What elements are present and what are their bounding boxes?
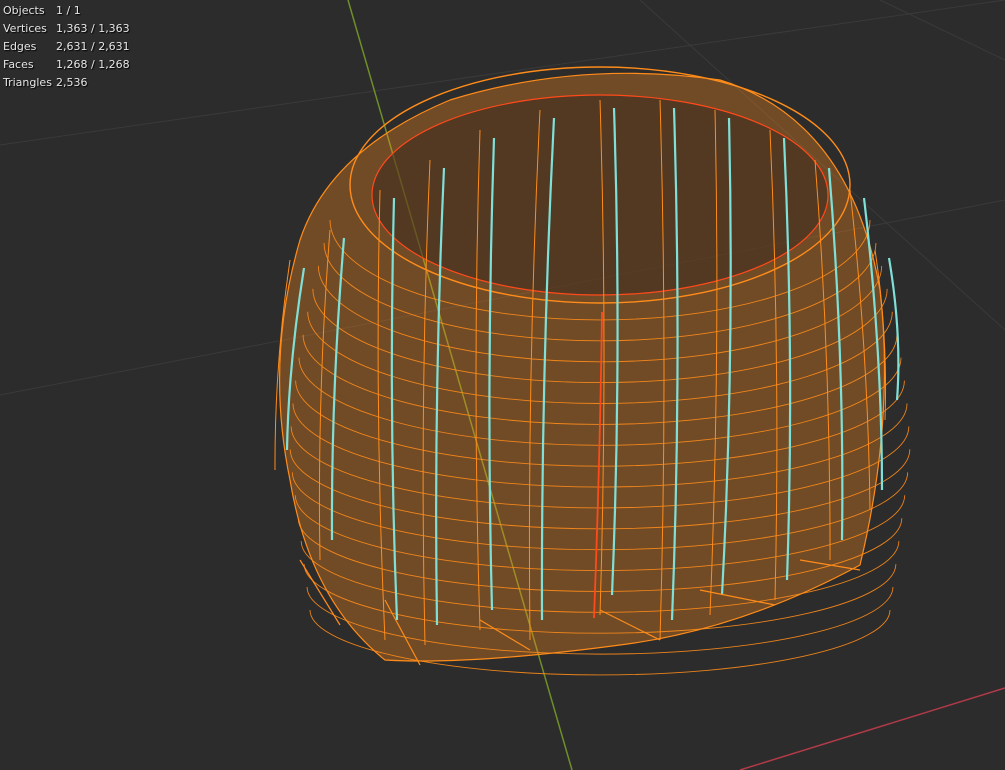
stat-row-faces: Faces 1,268 / 1,268	[3, 56, 130, 74]
stat-row-triangles: Triangles 2,536	[3, 74, 130, 92]
stat-row-vertices: Vertices 1,363 / 1,363	[3, 20, 130, 38]
stat-value: 2,631 / 2,631	[56, 40, 130, 53]
3d-viewport[interactable]: Objects 1 / 1 Vertices 1,363 / 1,363 Edg…	[0, 0, 1005, 770]
stat-value: 2,536	[56, 76, 88, 89]
stat-label: Edges	[3, 40, 37, 53]
stat-value: 1,363 / 1,363	[56, 22, 130, 35]
stat-value: 1 / 1	[56, 4, 81, 17]
mesh-object[interactable]	[274, 66, 911, 676]
statistics-overlay: Objects 1 / 1 Vertices 1,363 / 1,363 Edg…	[3, 2, 130, 92]
x-axis-line	[739, 687, 1005, 770]
mesh-seam-edge	[887, 257, 900, 401]
viewport-scene[interactable]	[0, 0, 1005, 770]
stat-label: Triangles	[3, 76, 52, 89]
stat-label: Vertices	[3, 22, 47, 35]
stat-label: Objects	[3, 4, 45, 17]
stat-label: Faces	[3, 58, 34, 71]
stat-row-objects: Objects 1 / 1	[3, 2, 130, 20]
stat-value: 1,268 / 1,268	[56, 58, 130, 71]
stat-row-edges: Edges 2,631 / 2,631	[3, 38, 130, 56]
